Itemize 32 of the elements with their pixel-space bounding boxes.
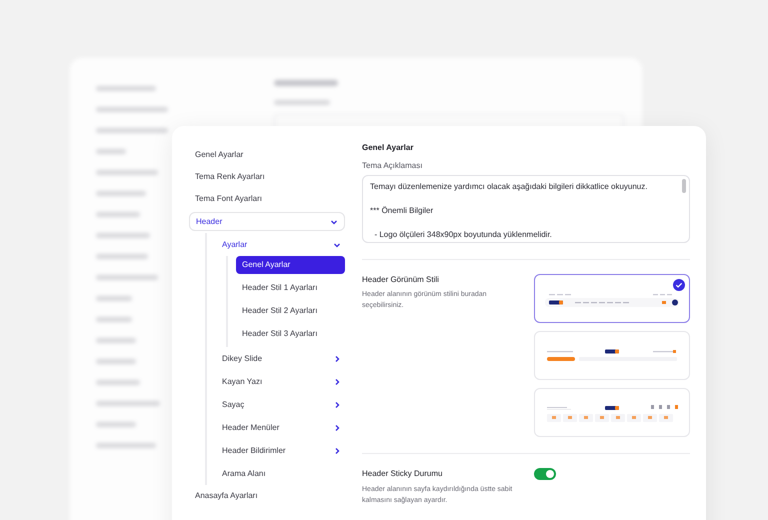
chevron-icon: [333, 446, 341, 454]
scrollbar-thumb[interactable]: [682, 179, 686, 193]
sidebar-item[interactable]: Dikey Slide: [222, 347, 345, 370]
chevron-icon: [330, 218, 338, 226]
sidebar-item[interactable]: Tema Renk Ayarları: [189, 166, 345, 188]
setting-title: Header Görünüm Stili: [362, 276, 440, 284]
section-title: Genel Ayarlar: [362, 144, 414, 152]
sidebar-group[interactable]: Header: [189, 212, 345, 231]
header-style-option[interactable]: [534, 274, 690, 323]
sidebar-subitem[interactable]: Header Stil 1 Ayarları: [236, 279, 345, 297]
field-label: Tema Açıklaması: [362, 162, 424, 170]
sidebar-subitem[interactable]: Genel Ayarlar: [236, 256, 345, 274]
sticky-toggle[interactable]: [534, 468, 556, 480]
sidebar-subitem[interactable]: Header Stil 3 Ayarları: [236, 325, 345, 343]
chevron-icon: [333, 424, 341, 432]
chevron-icon: [333, 400, 341, 408]
sidebar-item[interactable]: Sayaç: [222, 393, 345, 416]
chevron-icon: [333, 378, 341, 386]
sidebar-item[interactable]: Kayan Yazı: [222, 370, 345, 393]
chevron-icon: [333, 240, 341, 248]
sidebar-item[interactable]: Arama Alanı: [222, 462, 345, 485]
sidebar-subitem[interactable]: Header Stil 2 Ayarları: [236, 302, 345, 320]
sidebar-item[interactable]: Anasayfa Ayarları: [189, 485, 345, 507]
chevron-icon: [333, 354, 341, 362]
sidebar-item[interactable]: Ayarlar: [222, 233, 345, 256]
sidebar-item[interactable]: Genel Ayarlar: [189, 144, 345, 166]
check-icon: [673, 279, 685, 291]
sidebar-item[interactable]: Tema Font Ayarları: [189, 188, 345, 210]
setting-title: Header Sticky Durumu: [362, 470, 444, 478]
sidebar-item[interactable]: Header Menüler: [222, 416, 345, 439]
description-field[interactable]: Temayı düzenlemenize yardımcı olacak aşağıdaki bilgileri dikkatlice okuyunuz. *** Önemli Bilgiler - Logo ölçüleri 348x90px boyutunda yüklenmelidir.: [362, 175, 690, 243]
sidebar-item[interactable]: Header Bildirimler: [222, 439, 345, 462]
